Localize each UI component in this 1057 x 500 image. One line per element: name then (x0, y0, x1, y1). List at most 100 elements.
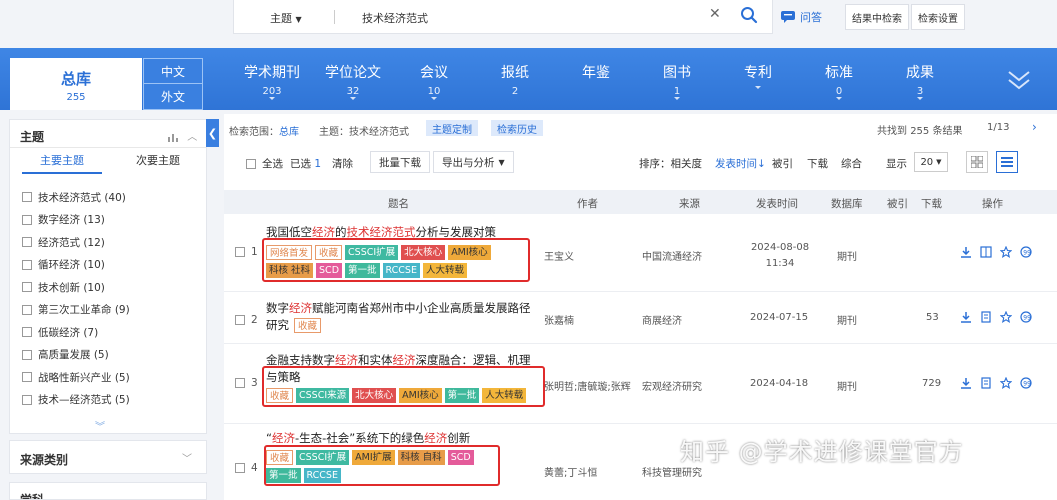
checkbox[interactable] (235, 247, 245, 257)
table-header: 题名 作者 来源 发表时间 数据库 被引 下载 操作 (224, 190, 1057, 214)
nav-item-achievements[interactable]: 成果 3 (885, 62, 955, 100)
nav-item-newspapers[interactable]: 报纸 2 (480, 62, 550, 97)
checkbox[interactable] (22, 259, 32, 270)
facet-item[interactable]: 高质量发展 (5) (22, 344, 202, 367)
checkbox[interactable] (22, 214, 32, 225)
nav-item-yearbooks[interactable]: 年鉴 (561, 62, 631, 86)
search-within-results-button[interactable]: 结果中检索 (845, 4, 909, 30)
star-icon[interactable] (999, 376, 1013, 392)
author-link[interactable]: 张明哲;唐毓璇;张辉 (544, 378, 636, 393)
expand-more-icon[interactable]: ︾ (95, 418, 105, 433)
bar-chart-icon[interactable] (168, 132, 180, 142)
article-title-link[interactable]: 数字经济赋能河南省郑州市中小企业高质量发展路径研究 收藏 (266, 300, 536, 334)
export-analysis-button[interactable]: 导出与分析 ▼ (433, 151, 514, 173)
facet-item[interactable]: 技术创新 (10) (22, 276, 202, 299)
chevron-down-icon[interactable]: ﹀ (182, 450, 192, 465)
read-online-icon[interactable] (980, 246, 992, 261)
document-icon[interactable] (980, 311, 992, 326)
facet-item[interactable]: 战略性新兴产业 (5) (22, 366, 202, 389)
facet-item[interactable]: 循环经济 (10) (22, 254, 202, 277)
next-page-icon[interactable]: › (1032, 120, 1037, 134)
checkbox[interactable] (22, 192, 32, 203)
tab-secondary-topics[interactable]: 次要主题 (118, 152, 198, 172)
batch-download-button[interactable]: 批量下载 (370, 151, 430, 173)
customize-topic-button[interactable]: 主题定制 (426, 120, 478, 136)
checkbox[interactable] (22, 304, 32, 315)
facet-item[interactable]: 经济范式 (12) (22, 231, 202, 254)
row-select[interactable]: 2 (235, 314, 258, 326)
sort-prefix: 排序： (639, 158, 671, 170)
checkbox[interactable] (22, 349, 32, 360)
grid-view-icon[interactable] (966, 151, 988, 173)
checkbox[interactable] (22, 282, 32, 293)
download-icon[interactable] (960, 246, 972, 261)
source-category-panel[interactable]: 来源类别 ﹀ (9, 440, 207, 474)
double-chevron-down-icon[interactable] (1006, 68, 1032, 92)
document-icon[interactable] (980, 377, 992, 392)
nav-item-journals[interactable]: 学术期刊 203 (237, 62, 307, 100)
star-icon[interactable] (999, 245, 1013, 261)
search-history-button[interactable]: 检索历史 (491, 120, 543, 136)
checkbox[interactable] (235, 378, 245, 388)
nav-item-books[interactable]: 图书 1 (642, 62, 712, 100)
checkbox[interactable] (22, 327, 32, 338)
collapse-sidebar-button[interactable]: ❮ (206, 119, 219, 147)
select-all[interactable]: 全选 (246, 156, 283, 171)
author-link[interactable]: 黄蕾;丁斗恒 (544, 464, 597, 479)
row-select[interactable]: 3 (235, 377, 258, 389)
nav-total[interactable]: 总库 255 (10, 58, 142, 110)
quote-icon[interactable]: 99 (1020, 311, 1032, 326)
list-view-icon[interactable] (996, 151, 1018, 173)
search-input[interactable]: 技术经济范式 (362, 10, 428, 26)
checkbox[interactable] (246, 158, 256, 169)
nav-item-patents[interactable]: 专利 (723, 62, 793, 89)
checkbox[interactable] (235, 315, 245, 325)
facet-item[interactable]: 第三次工业革命 (9) (22, 299, 202, 322)
tab-main-topics[interactable]: 主要主题 (22, 152, 102, 174)
quote-icon[interactable]: 99 (1020, 377, 1032, 392)
checkbox[interactable] (235, 463, 245, 473)
subject-panel[interactable]: 学科 (9, 482, 207, 500)
nav-item-theses[interactable]: 学位论文 32 (318, 62, 388, 100)
sort-by-cited[interactable]: 被引 (772, 156, 793, 171)
facet-item[interactable]: 技术经济范式 (40) (22, 186, 202, 209)
tab-foreign[interactable]: 外文 (143, 84, 203, 110)
author-link[interactable]: 张嘉楠 (544, 312, 574, 327)
scope-value[interactable]: 总库 (279, 127, 299, 138)
nav-item-conferences[interactable]: 会议 10 (399, 62, 469, 100)
facet-item[interactable]: 数字经济 (13) (22, 209, 202, 232)
download-icon[interactable] (960, 377, 972, 392)
page-size-select[interactable]: 20 ▼ (914, 152, 948, 172)
download-count: 53 (926, 312, 939, 323)
source-link[interactable]: 商展经济 (642, 312, 682, 327)
sort-by-downloads[interactable]: 下载 (807, 156, 828, 171)
sort-by-date[interactable]: 发表时间↓ (715, 156, 766, 171)
row-select[interactable]: 4 (235, 462, 258, 474)
source-link[interactable]: 中国流通经济 (642, 248, 702, 263)
clear-icon[interactable]: ✕ (709, 6, 721, 22)
checkbox[interactable] (22, 372, 32, 383)
sort-composite[interactable]: 综合 (841, 156, 862, 171)
search-field-select[interactable]: 主题 ▼ (270, 10, 302, 26)
clear-selection-link[interactable]: 清除 (332, 156, 353, 171)
row-select[interactable]: 1 (235, 246, 258, 258)
checkbox[interactable] (22, 394, 32, 405)
tab-chinese[interactable]: 中文 (143, 58, 203, 84)
checkbox[interactable] (22, 237, 32, 248)
nav-label: 报纸 (501, 65, 529, 81)
quote-icon[interactable]: 99 (1020, 246, 1032, 261)
search-icon[interactable] (740, 6, 758, 24)
facet-item[interactable]: 低碳经济 (7) (22, 321, 202, 344)
author-link[interactable]: 王宝义 (544, 248, 574, 263)
nav-item-standards[interactable]: 标准 0 (804, 62, 874, 100)
sort-relevance[interactable]: 相关度 (671, 158, 703, 170)
chevron-up-icon[interactable]: ︿ (187, 132, 197, 143)
facet-label: 技术创新 (10) (38, 281, 105, 294)
facet-controls[interactable]: ︿ (168, 128, 197, 143)
source-link[interactable]: 宏观经济研究 (642, 378, 702, 393)
ask-button[interactable]: 问答 (780, 6, 822, 28)
search-settings-button[interactable]: 检索设置 (911, 4, 965, 30)
facet-item[interactable]: 技术—经济范式 (5) (22, 389, 202, 412)
download-icon[interactable] (960, 311, 972, 326)
star-icon[interactable] (999, 310, 1013, 326)
